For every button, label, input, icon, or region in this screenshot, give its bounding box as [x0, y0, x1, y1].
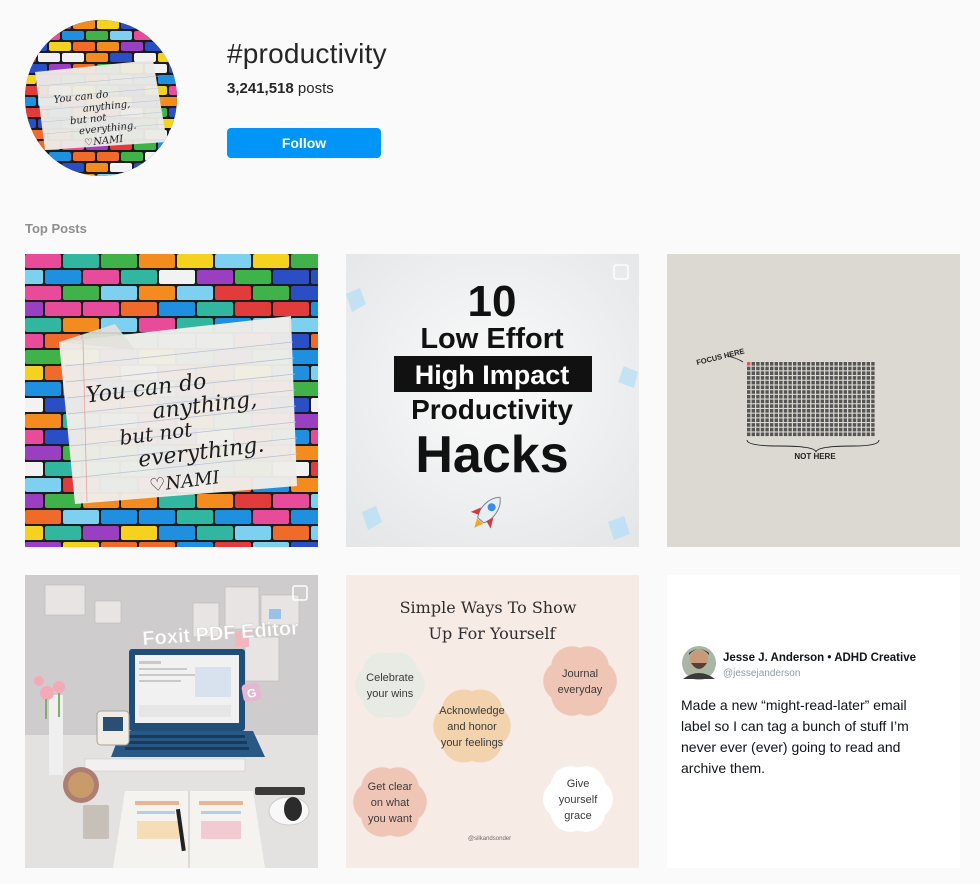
post-2[interactable]: 10 Low Effort High Impact Productivity H…	[346, 254, 639, 547]
avatar-image: You can do anything, but not everything.…	[25, 20, 177, 176]
post-2-image: 10 Low Effort High Impact Productivity H…	[346, 254, 639, 547]
tweet-line-3: never ever (ever) going to read and	[681, 739, 900, 755]
post-2-line-1: 10	[468, 277, 517, 326]
flower-4-text: Get clear	[368, 781, 413, 793]
author-avatar	[682, 646, 716, 680]
carousel-icon	[292, 585, 308, 601]
flower-2: Journal everyday	[543, 646, 617, 716]
foxit-logo-icon: G	[241, 682, 262, 703]
top-posts-heading: Top Posts	[25, 221, 87, 236]
flower-1: Celebrate your wins	[355, 652, 425, 718]
flower-2-text: Journal	[562, 668, 598, 680]
tweet-line-4: archive them.	[681, 760, 765, 776]
flower-3: Acknowledge and honor your feelings	[433, 689, 511, 763]
not-here-label: NOT HERE	[794, 452, 836, 461]
flower-5-text: Give	[567, 778, 590, 790]
post-2-line-3: High Impact	[415, 360, 570, 390]
tweet-line-1: Made a new “might-read-later” email	[681, 697, 907, 713]
flower-4: Get clear on what you want	[353, 767, 427, 837]
post-5-title-1: Simple Ways To Show	[400, 598, 577, 617]
post-5[interactable]: Simple Ways To Show Up For Yourself Cele…	[346, 575, 639, 868]
author-name: Jesse J. Anderson • ADHD Creative	[723, 652, 916, 664]
post-2-line-2: Low Effort	[420, 323, 564, 355]
post-5-title-2: Up For Yourself	[429, 624, 557, 643]
tweet-line-2: label so I can tag a bunch of stuff I’m	[681, 718, 909, 734]
flower-3-text: your feelings	[441, 737, 504, 749]
flower-3-text: and honor	[447, 721, 497, 733]
author-handle: @jessejanderson	[723, 668, 800, 679]
flower-4-text: you want	[368, 813, 412, 825]
post-5-image: Simple Ways To Show Up For Yourself Cele…	[346, 575, 639, 868]
post-6[interactable]: Jesse J. Anderson • ADHD Creative @jesse…	[667, 575, 960, 868]
post-1[interactable]: You can do anything, but not everything.…	[25, 254, 318, 547]
flower-5-text: grace	[564, 810, 592, 822]
posts-label: posts	[297, 80, 334, 97]
hashtag-avatar: You can do anything, but not everything.…	[25, 20, 177, 176]
post-6-image: Jesse J. Anderson • ADHD Creative @jesse…	[667, 575, 960, 868]
carousel-icon	[613, 264, 629, 280]
post-count: 3,241,518 posts	[227, 80, 334, 97]
flower-5-text: yourself	[559, 794, 598, 806]
post-5-handle: @silkandsonder	[468, 836, 511, 842]
post-2-line-5: Hacks	[415, 426, 568, 484]
hashtag-title: #productivity	[227, 38, 387, 69]
post-3[interactable]: FOCUS HERE NOT HERE	[667, 254, 960, 547]
post-3-image: FOCUS HERE NOT HERE	[667, 254, 960, 547]
post-count-value: 3,241,518	[227, 80, 294, 97]
flower-5: Give yourself grace	[543, 766, 613, 832]
post-4-image: Foxit PDF Editor G	[25, 575, 318, 868]
follow-button[interactable]: Follow	[227, 128, 381, 158]
post-4[interactable]: Foxit PDF Editor G	[25, 575, 318, 868]
post-1-image: You can do anything, but not everything.…	[25, 254, 318, 547]
flower-3-text: Acknowledge	[439, 705, 504, 717]
flower-4-text: on what	[371, 797, 410, 809]
flower-1-text: your wins	[367, 688, 414, 700]
post-2-line-4: Productivity	[411, 394, 573, 425]
flower-2-text: everyday	[558, 684, 603, 696]
flower-1-text: Celebrate	[366, 672, 414, 684]
